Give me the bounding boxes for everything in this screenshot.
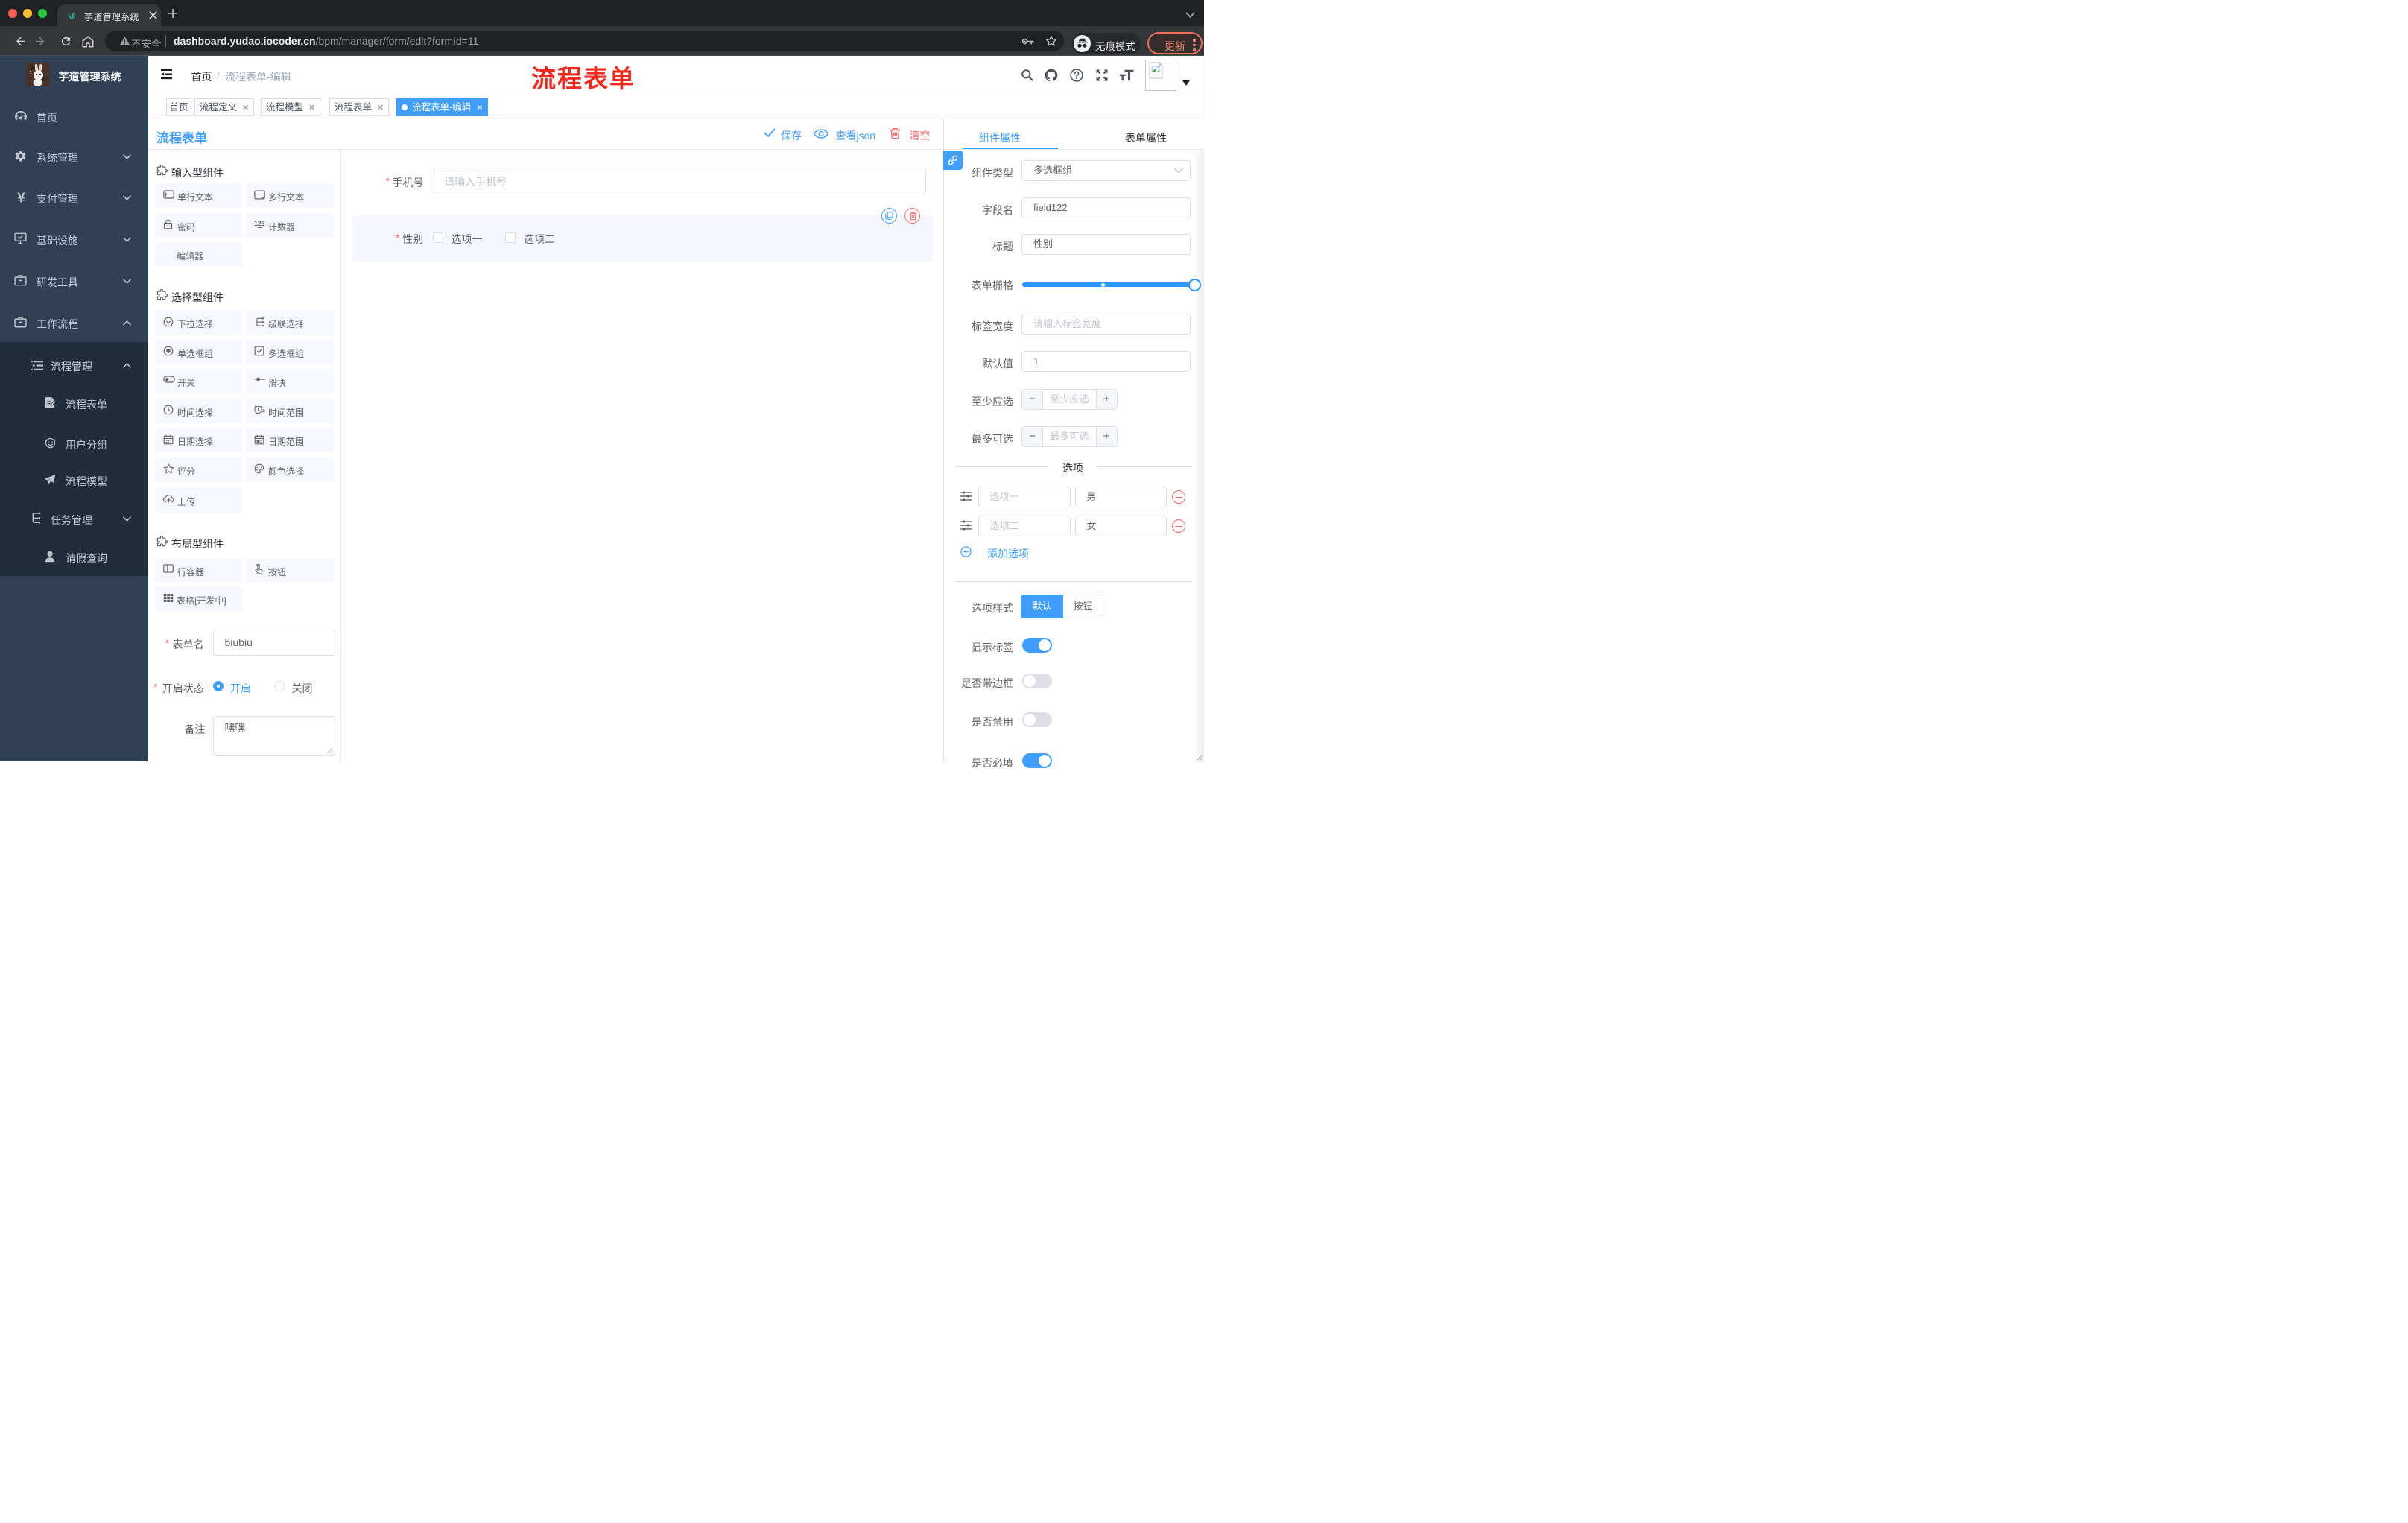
svg-text:123: 123 [254,220,265,227]
svg-text:¥: ¥ [17,191,25,204]
